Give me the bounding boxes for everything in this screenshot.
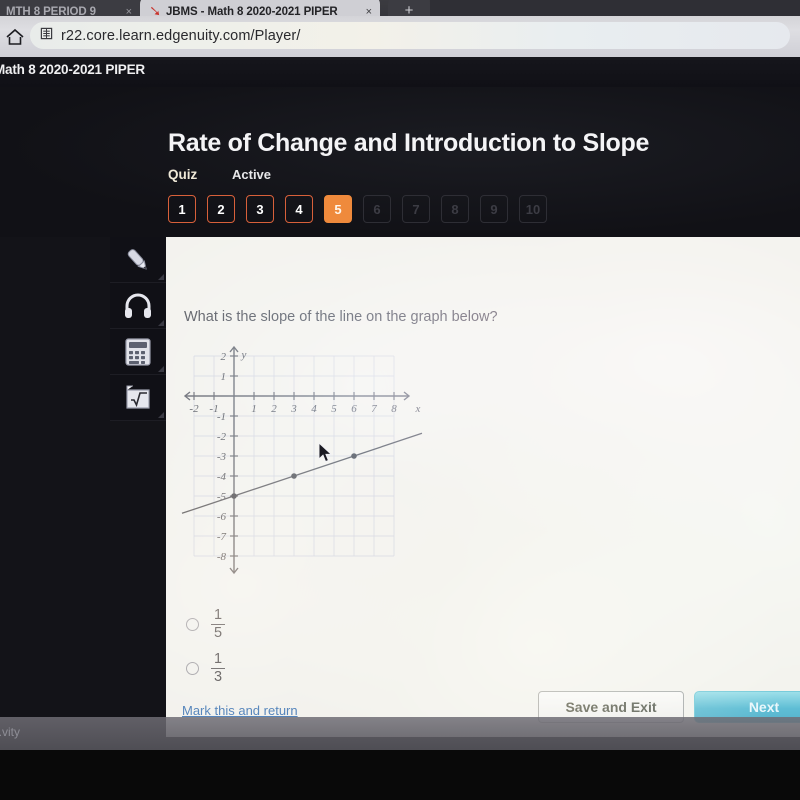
svg-text:3: 3 [290, 403, 297, 415]
svg-text:2: 2 [271, 403, 277, 415]
browser-toolbar: r22.core.learn.edgenuity.com/Player/ [0, 16, 800, 57]
question-button-2[interactable]: 2 [207, 195, 235, 223]
svg-text:5: 5 [331, 403, 337, 415]
url-text: r22.core.learn.edgenuity.com/Player/ [61, 27, 301, 44]
os-taskbar: ...vity [0, 717, 800, 750]
browser-chrome: MTH 8 PERIOD 9 × JBMS - Math 8 2020-2021… [0, 0, 800, 57]
svg-text:2: 2 [221, 351, 227, 363]
svg-text:y: y [241, 349, 247, 361]
calculator-icon [125, 337, 151, 366]
audio-tool[interactable] [110, 283, 166, 329]
answer-options: 1 5 1 3 [186, 602, 226, 690]
question-button-7: 7 [402, 195, 430, 223]
fraction-denominator: 3 [211, 667, 226, 685]
question-button-1[interactable]: 1 [168, 195, 196, 223]
status-badge: Active [232, 167, 272, 182]
question-button-8: 8 [441, 195, 469, 223]
question-button-6: 6 [363, 195, 391, 223]
address-bar[interactable]: r22.core.learn.edgenuity.com/Player/ [30, 22, 790, 49]
question-prompt: What is the slope of the line on the gra… [184, 309, 498, 325]
headphones-icon [125, 293, 151, 318]
svg-text:-2: -2 [217, 431, 227, 443]
question-button-9: 9 [480, 195, 508, 223]
question-button-3[interactable]: 3 [246, 195, 274, 223]
pencil-icon [127, 248, 147, 270]
mark-this-and-return-link[interactable]: Mark this and return [182, 703, 298, 718]
svg-text:8: 8 [391, 403, 397, 415]
square-root-icon [126, 384, 150, 409]
tool-rail [110, 237, 166, 421]
taskbar-window-label[interactable]: ...vity [0, 725, 20, 739]
radio-button-icon[interactable] [186, 661, 199, 675]
fraction-numerator: 1 [214, 651, 223, 668]
svg-text:1: 1 [251, 403, 257, 415]
monitor-bezel [0, 750, 800, 800]
course-name: Math 8 2020-2021 PIPER [0, 62, 145, 77]
fraction-denominator: 5 [211, 623, 226, 641]
svg-text:1: 1 [221, 371, 227, 383]
page-title: Rate of Change and Introduction to Slope [168, 129, 650, 157]
answer-option-2[interactable]: 1 3 [186, 646, 226, 690]
svg-text:-4: -4 [217, 471, 227, 483]
site-page-icon [40, 27, 53, 45]
svg-text:-8: -8 [217, 551, 227, 563]
svg-text:-3: -3 [217, 451, 227, 463]
svg-text:-2: -2 [189, 403, 199, 415]
question-button-4[interactable]: 4 [285, 195, 313, 223]
question-button-5[interactable]: 5 [324, 195, 352, 223]
question-navigation: 1 2 3 4 5 6 7 8 9 10 [168, 195, 547, 223]
formula-tool[interactable] [110, 375, 166, 421]
svg-text:7: 7 [371, 403, 377, 415]
edgenuity-player: Math 8 2020-2021 PIPER Rate of Change an… [0, 57, 800, 737]
slope-graph: -2 -1 1 2 3 4 5 6 7 8 2 1 -1 -2 -3 -4 -5 [181, 345, 423, 575]
svg-text:6: 6 [351, 403, 357, 415]
quiz-panel: What is the slope of the line on the gra… [166, 237, 800, 737]
question-button-10: 10 [519, 195, 547, 223]
svg-text:-6: -6 [217, 511, 227, 523]
highlighter-tool[interactable] [110, 237, 166, 283]
lesson-type-label: Quiz [168, 167, 198, 182]
svg-text:4: 4 [311, 403, 317, 415]
svg-text:-1: -1 [217, 411, 226, 423]
svg-text:-7: -7 [217, 531, 227, 543]
calculator-tool[interactable] [110, 329, 166, 375]
radio-button-icon[interactable] [186, 617, 199, 631]
answer-option-1[interactable]: 1 5 [186, 602, 226, 646]
screenshot-root: MTH 8 PERIOD 9 × JBMS - Math 8 2020-2021… [0, 0, 800, 800]
lesson-header: Rate of Change and Introduction to Slope… [0, 87, 800, 237]
svg-text:x: x [415, 403, 421, 415]
home-icon[interactable] [4, 26, 26, 48]
fraction-numerator: 1 [214, 607, 223, 624]
fraction-one-third: 1 3 [211, 651, 226, 685]
fraction-one-fifth: 1 5 [211, 607, 226, 641]
course-bar: Math 8 2020-2021 PIPER [0, 57, 800, 87]
